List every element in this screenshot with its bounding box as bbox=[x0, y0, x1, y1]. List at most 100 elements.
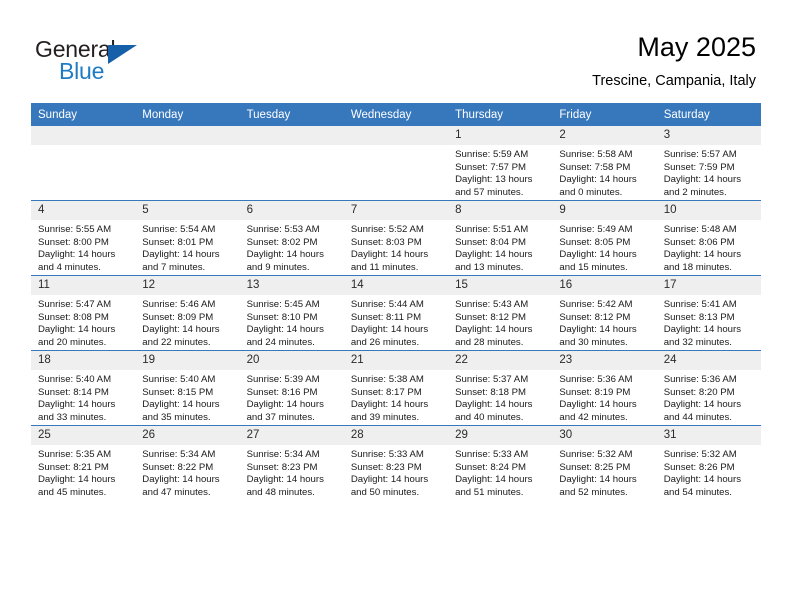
calendar-day-cell[interactable]: 3 Sunrise: 5:57 AM Sunset: 7:59 PM Daylight… bbox=[656, 126, 761, 201]
daylight-text-line2: and 39 minutes. bbox=[350, 411, 420, 423]
daylight-text-line1: Daylight: 14 hours bbox=[142, 324, 220, 336]
calendar-day-cell[interactable]: 1 Sunrise: 5:59 AM Sunset: 7:57 PM Daylight… bbox=[448, 126, 553, 201]
daylight-text-line2: and 26 minutes. bbox=[350, 336, 420, 348]
calendar-day-cell[interactable]: 30 Sunrise: 5:32 AM Sunset: 8:25 PM Dayligh… bbox=[552, 425, 657, 500]
calendar-day-cell[interactable]: 14 Sunrise: 5:44 AM Sunset: 8:11 PM Dayligh… bbox=[343, 275, 449, 351]
calendar-day-cell[interactable]: 21 Sunrise: 5:38 AM Sunset: 8:17 PM Dayligh… bbox=[343, 350, 449, 426]
day-details: Sunrise: 5:43 AM Sunset: 8:12 PM Daylight:… bbox=[448, 295, 552, 349]
general-blue-logo[interactable]: General Blue bbox=[35, 36, 195, 86]
day-number: 25 bbox=[31, 426, 136, 445]
calendar-day-cell[interactable]: 8 Sunrise: 5:51 AM Sunset: 8:04 PM Daylight… bbox=[448, 200, 553, 276]
daylight-text-line1: Daylight: 14 hours bbox=[142, 249, 220, 261]
calendar-cell-empty bbox=[239, 126, 344, 201]
daylight-text-line2: and 52 minutes. bbox=[559, 486, 628, 498]
daylight-text-line1: Daylight: 14 hours bbox=[350, 474, 429, 486]
daylight-text-line1: Daylight: 14 hours bbox=[350, 249, 429, 261]
day-number: 28 bbox=[343, 426, 449, 445]
day-number: 14 bbox=[343, 276, 449, 295]
calendar-day-cell[interactable]: 31 Sunrise: 5:32 AM Sunset: 8:26 PM Dayligh… bbox=[656, 425, 761, 500]
sunrise-text: Sunrise: 5:46 AM bbox=[142, 299, 216, 310]
day-details: Sunrise: 5:38 AM Sunset: 8:17 PM Daylight:… bbox=[344, 370, 448, 424]
day-details: Sunrise: 5:33 AM Sunset: 8:23 PM Daylight:… bbox=[344, 445, 448, 499]
sunset-text: Sunset: 8:06 PM bbox=[663, 236, 735, 248]
sunset-text: Sunset: 8:05 PM bbox=[559, 236, 631, 248]
day-number: 9 bbox=[552, 201, 657, 220]
daylight-text-line2: and 9 minutes. bbox=[246, 261, 310, 273]
sunrise-text: Sunrise: 5:35 AM bbox=[38, 449, 112, 460]
daylight-text-line1: Daylight: 14 hours bbox=[663, 174, 742, 186]
calendar-day-cell[interactable]: 26 Sunrise: 5:34 AM Sunset: 8:22 PM Dayligh… bbox=[135, 425, 240, 500]
sunset-text: Sunset: 8:15 PM bbox=[142, 386, 214, 398]
sunset-text: Sunset: 8:25 PM bbox=[559, 461, 631, 473]
calendar-day-cell[interactable]: 10 Sunrise: 5:48 AM Sunset: 8:06 PM Dayligh… bbox=[656, 200, 761, 276]
calendar-day-cell[interactable]: 24 Sunrise: 5:36 AM Sunset: 8:20 PM Dayligh… bbox=[656, 350, 761, 426]
day-details: Sunrise: 5:55 AM Sunset: 8:00 PM Daylight:… bbox=[31, 220, 135, 274]
day-number: 29 bbox=[448, 426, 553, 445]
calendar-day-cell[interactable]: 23 Sunrise: 5:36 AM Sunset: 8:19 PM Dayligh… bbox=[552, 350, 657, 426]
calendar-day-cell[interactable]: 7 Sunrise: 5:52 AM Sunset: 8:03 PM Daylight… bbox=[343, 200, 449, 276]
calendar-day-cell[interactable]: 19 Sunrise: 5:40 AM Sunset: 8:15 PM Dayligh… bbox=[135, 350, 240, 426]
title-block: May 2025 Trescine, Campania, Italy bbox=[592, 30, 756, 92]
calendar-week-row: 25 Sunrise: 5:35 AM Sunset: 8:21 PM Dayligh… bbox=[31, 425, 761, 500]
daylight-text-line1: Daylight: 14 hours bbox=[38, 249, 116, 261]
day-details: Sunrise: 5:46 AM Sunset: 8:09 PM Daylight:… bbox=[135, 295, 239, 349]
day-number: 1 bbox=[448, 126, 553, 145]
calendar-day-cell[interactable]: 20 Sunrise: 5:39 AM Sunset: 8:16 PM Dayligh… bbox=[239, 350, 344, 426]
daylight-text-line1: Daylight: 14 hours bbox=[559, 174, 637, 186]
day-details: Sunrise: 5:47 AM Sunset: 8:08 PM Daylight:… bbox=[31, 295, 135, 349]
calendar-day-cell[interactable]: 11 Sunrise: 5:47 AM Sunset: 8:08 PM Dayligh… bbox=[31, 275, 136, 351]
day-details: Sunrise: 5:53 AM Sunset: 8:02 PM Daylight:… bbox=[240, 220, 344, 274]
calendar-day-cell[interactable]: 13 Sunrise: 5:45 AM Sunset: 8:10 PM Dayligh… bbox=[239, 275, 344, 351]
sunset-text: Sunset: 8:26 PM bbox=[663, 461, 735, 473]
weekday-header-tuesday: Tuesday bbox=[239, 103, 344, 126]
daylight-text-line2: and 22 minutes. bbox=[142, 336, 211, 348]
calendar-day-cell[interactable]: 12 Sunrise: 5:46 AM Sunset: 8:09 PM Dayligh… bbox=[135, 275, 240, 351]
day-number: 15 bbox=[448, 276, 553, 295]
calendar-day-cell[interactable]: 9 Sunrise: 5:49 AM Sunset: 8:05 PM Daylight… bbox=[552, 200, 657, 276]
calendar-day-cell[interactable]: 2 Sunrise: 5:58 AM Sunset: 7:58 PM Daylight… bbox=[552, 126, 657, 201]
day-details: Sunrise: 5:45 AM Sunset: 8:10 PM Daylight:… bbox=[240, 295, 344, 349]
daylight-text-line1: Daylight: 14 hours bbox=[246, 474, 324, 486]
day-number: 31 bbox=[656, 426, 761, 445]
calendar-day-cell[interactable]: 16 Sunrise: 5:42 AM Sunset: 8:12 PM Dayligh… bbox=[552, 275, 657, 351]
calendar-day-cell[interactable]: 17 Sunrise: 5:41 AM Sunset: 8:13 PM Dayligh… bbox=[656, 275, 761, 351]
calendar-day-cell[interactable]: 29 Sunrise: 5:33 AM Sunset: 8:24 PM Dayligh… bbox=[448, 425, 553, 500]
sunset-text: Sunset: 8:13 PM bbox=[663, 311, 735, 323]
sunrise-text: Sunrise: 5:34 AM bbox=[142, 449, 216, 460]
day-number: 26 bbox=[135, 426, 240, 445]
sunset-text: Sunset: 8:08 PM bbox=[38, 311, 109, 323]
sunrise-text: Sunrise: 5:53 AM bbox=[246, 224, 320, 235]
calendar-day-cell[interactable]: 4 Sunrise: 5:55 AM Sunset: 8:00 PM Daylight… bbox=[31, 200, 136, 276]
daylight-text-line2: and 50 minutes. bbox=[350, 486, 420, 498]
calendar-day-cell[interactable]: 5 Sunrise: 5:54 AM Sunset: 8:01 PM Daylight… bbox=[135, 200, 240, 276]
daylight-text-line1: Daylight: 14 hours bbox=[38, 474, 116, 486]
sunrise-text: Sunrise: 5:36 AM bbox=[663, 374, 737, 385]
calendar-day-cell[interactable]: 22 Sunrise: 5:37 AM Sunset: 8:18 PM Dayligh… bbox=[448, 350, 553, 426]
calendar-day-cell[interactable]: 27 Sunrise: 5:34 AM Sunset: 8:23 PM Dayligh… bbox=[239, 425, 344, 500]
daylight-text-line2: and 44 minutes. bbox=[663, 411, 732, 423]
sunrise-text: Sunrise: 5:44 AM bbox=[350, 299, 424, 310]
daylight-text-line1: Daylight: 14 hours bbox=[350, 399, 429, 411]
day-number: 11 bbox=[31, 276, 136, 295]
daylight-text-line2: and 28 minutes. bbox=[455, 336, 524, 348]
daylight-text-line1: Daylight: 14 hours bbox=[455, 324, 533, 336]
sunset-text: Sunset: 8:01 PM bbox=[142, 236, 214, 248]
day-number: 13 bbox=[239, 276, 344, 295]
daylight-text-line1: Daylight: 13 hours bbox=[455, 174, 533, 186]
calendar-day-cell[interactable]: 6 Sunrise: 5:53 AM Sunset: 8:02 PM Daylight… bbox=[239, 200, 344, 276]
day-details: Sunrise: 5:40 AM Sunset: 8:14 PM Daylight:… bbox=[31, 370, 135, 424]
calendar-day-cell[interactable]: 25 Sunrise: 5:35 AM Sunset: 8:21 PM Dayligh… bbox=[31, 425, 136, 500]
sunset-text: Sunset: 8:21 PM bbox=[38, 461, 109, 473]
day-details: Sunrise: 5:42 AM Sunset: 8:12 PM Daylight:… bbox=[552, 295, 656, 349]
sunset-text: Sunset: 7:59 PM bbox=[663, 161, 735, 173]
sunrise-text: Sunrise: 5:36 AM bbox=[559, 374, 633, 385]
calendar-page: General Blue May 2025 Trescine, Campania… bbox=[0, 0, 792, 612]
calendar-day-cell[interactable]: 18 Sunrise: 5:40 AM Sunset: 8:14 PM Dayligh… bbox=[31, 350, 136, 426]
daylight-text-line1: Daylight: 14 hours bbox=[246, 399, 324, 411]
day-number bbox=[31, 126, 136, 145]
calendar-day-cell[interactable]: 15 Sunrise: 5:43 AM Sunset: 8:12 PM Dayligh… bbox=[448, 275, 553, 351]
sunrise-text: Sunrise: 5:34 AM bbox=[246, 449, 320, 460]
day-number: 17 bbox=[656, 276, 761, 295]
sunset-text: Sunset: 8:16 PM bbox=[246, 386, 318, 398]
calendar-day-cell[interactable]: 28 Sunrise: 5:33 AM Sunset: 8:23 PM Dayligh… bbox=[343, 425, 449, 500]
